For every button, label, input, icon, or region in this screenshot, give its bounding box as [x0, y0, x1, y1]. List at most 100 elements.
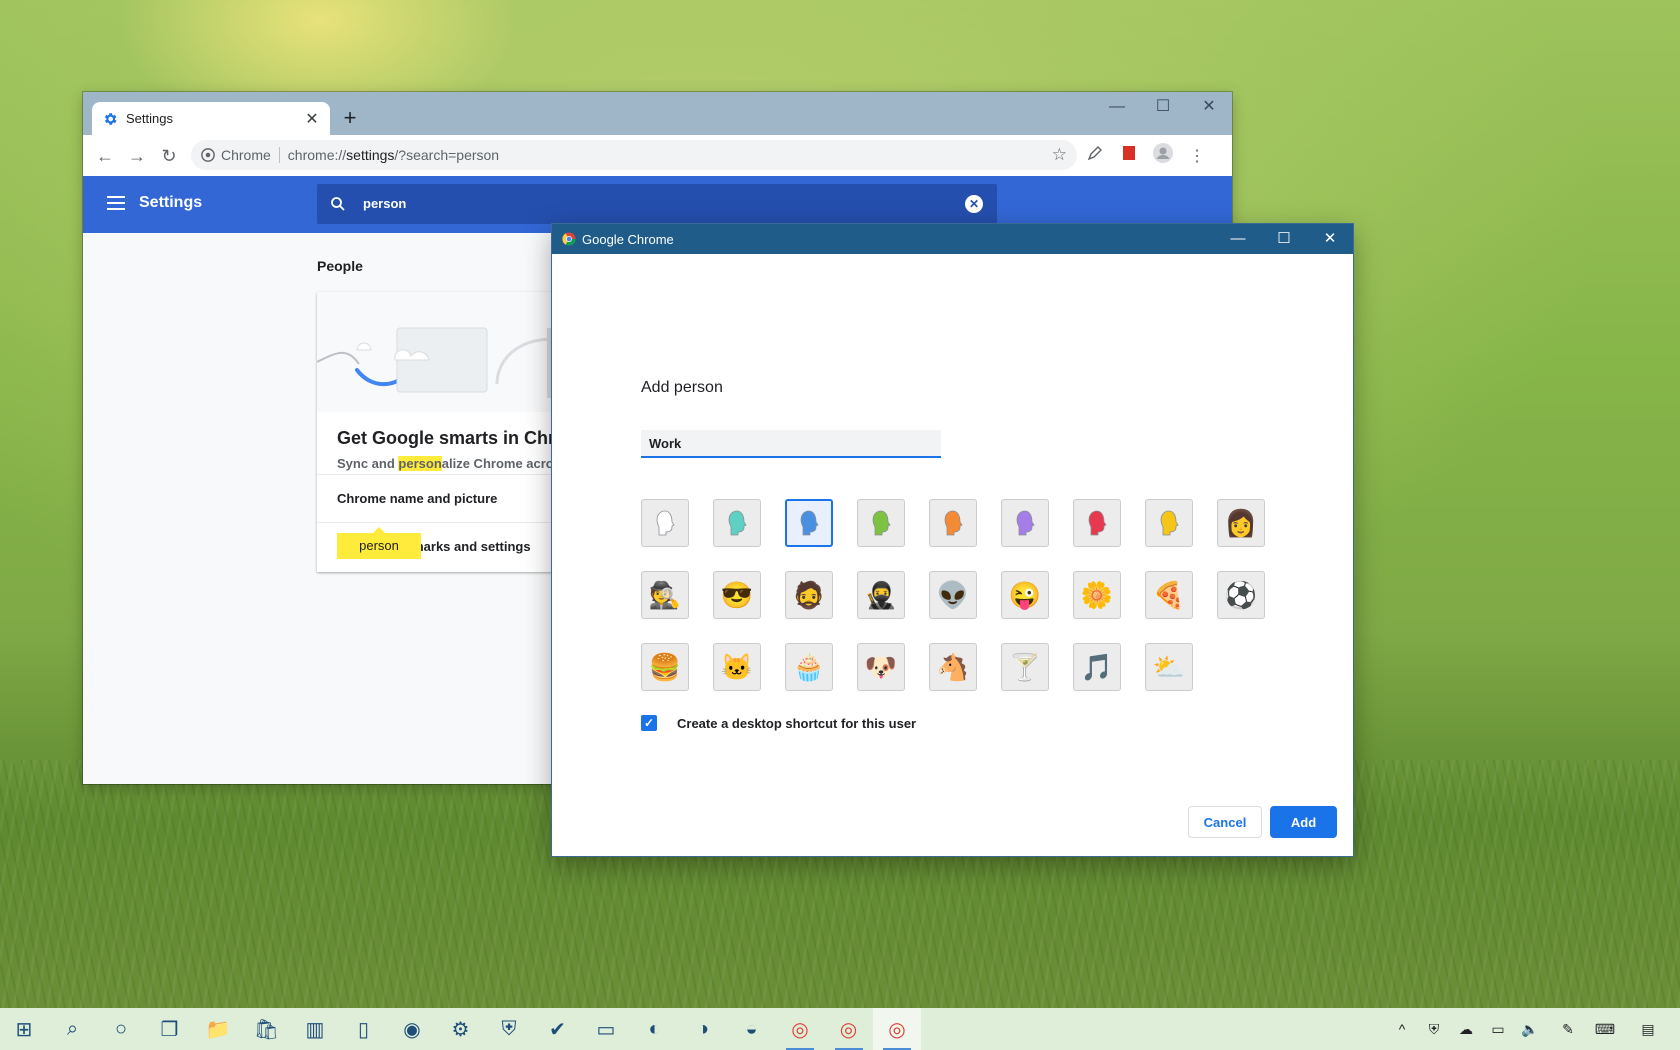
reload-icon[interactable]: ↻: [153, 140, 185, 172]
hamburger-menu-icon[interactable]: [107, 196, 125, 210]
head-silhouette-icon: [1160, 510, 1179, 536]
dialog-title: Google Chrome: [582, 231, 674, 247]
avatar-smiley[interactable]: 😜: [1001, 571, 1049, 619]
avatar-businessman-icon: 🧔: [792, 580, 826, 610]
clear-search-icon[interactable]: ✕: [965, 195, 983, 213]
tray-onedrive-icon[interactable]: ☁: [1453, 1008, 1479, 1050]
profile-avatar-icon[interactable]: [1146, 142, 1180, 169]
avatar-ninja[interactable]: 🥷: [857, 571, 905, 619]
phone-icon-glyph: ▯: [357, 1018, 369, 1041]
close-icon[interactable]: ✕: [1186, 92, 1232, 122]
people-section-heading: People: [317, 258, 363, 274]
tray-overflow-chevron-icon[interactable]: ^: [1389, 1008, 1415, 1050]
store-icon[interactable]: 🛍: [243, 1008, 291, 1050]
avatar-burger[interactable]: 🍔: [641, 643, 689, 691]
tray-notifications-icon[interactable]: ▤: [1635, 1008, 1661, 1050]
avatar-yellow-head[interactable]: [1145, 499, 1193, 547]
edge-canary-icon[interactable]: ◑: [679, 1008, 727, 1050]
avatar-businessman[interactable]: 🧔: [785, 571, 833, 619]
browser-toolbar: ← → ↻ Chrome chrome://settings/?search=p…: [83, 135, 1232, 176]
chrome-icon-glyph: ◎: [791, 1018, 809, 1041]
todo-icon[interactable]: ✔: [534, 1008, 582, 1050]
avatar-horse[interactable]: 🐴: [929, 643, 977, 691]
tray-defender-icon[interactable]: ⛨: [1421, 1008, 1447, 1050]
head-silhouette-icon: [800, 510, 819, 536]
security-icon[interactable]: ⛨: [485, 1008, 533, 1050]
avatar-white-head[interactable]: [641, 499, 689, 547]
avatar-blue-head[interactable]: [785, 499, 833, 547]
avatar-red-head[interactable]: [1073, 499, 1121, 547]
photos-icon[interactable]: ◉: [388, 1008, 436, 1050]
settings-icon[interactable]: ⚙: [437, 1008, 485, 1050]
chrome-icon[interactable]: ◎: [776, 1008, 824, 1050]
avatar-cocktail[interactable]: 🍸: [1001, 643, 1049, 691]
avatar-purple-head[interactable]: [1001, 499, 1049, 547]
avatar-cupcake-icon: 🧁: [792, 652, 826, 682]
desktop-shortcut-checkbox[interactable]: ✓: [641, 715, 657, 731]
app-stripes-icon[interactable]: ▥: [291, 1008, 339, 1050]
person-name-input[interactable]: [641, 430, 941, 458]
chrome-profile-icon-glyph: ◎: [839, 1018, 858, 1041]
tray-keyboard-icon[interactable]: ⌨: [1592, 1008, 1618, 1050]
task-view-icon[interactable]: ❐: [146, 1008, 194, 1050]
tray-volume-icon[interactable]: 🔈: [1517, 1008, 1543, 1050]
pen-extension-icon[interactable]: [1078, 145, 1112, 166]
avatar-spy-man[interactable]: 🕵: [641, 571, 689, 619]
head-silhouette-icon: [872, 510, 891, 536]
tab-settings[interactable]: Settings ✕: [92, 102, 330, 135]
avatar-cat[interactable]: 🐱: [713, 643, 761, 691]
close-tab-icon[interactable]: ✕: [304, 109, 320, 129]
terminal-icon[interactable]: ▭: [582, 1008, 630, 1050]
head-silhouette-icon: [944, 510, 963, 536]
close-icon[interactable]: ✕: [1307, 224, 1353, 254]
address-bar[interactable]: Chrome chrome://settings/?search=person …: [191, 140, 1077, 170]
avatar-woman-sunglasses[interactable]: 😎: [713, 571, 761, 619]
back-icon[interactable]: ←: [89, 140, 121, 172]
avatar-alien-icon: 👽: [936, 580, 970, 610]
file-explorer-icon-glyph: 📁: [205, 1018, 231, 1041]
minimize-icon[interactable]: —: [1094, 92, 1140, 122]
dialog-heading: Add person: [641, 379, 723, 396]
new-tab-button[interactable]: +: [336, 104, 364, 132]
avatar-green-head[interactable]: [857, 499, 905, 547]
add-button[interactable]: Add: [1270, 806, 1337, 838]
chrome-profile-icon[interactable]: ◎: [825, 1008, 873, 1050]
start-icon[interactable]: ⊞: [0, 1008, 48, 1050]
search-icon[interactable]: ⌕: [49, 1008, 97, 1050]
avatar-music-note[interactable]: 🎵: [1073, 643, 1121, 691]
cancel-button[interactable]: Cancel: [1188, 806, 1262, 838]
avatar-sun-cloud[interactable]: ⛅: [1145, 643, 1193, 691]
search-input[interactable]: person: [363, 196, 406, 211]
menu-kebab-icon[interactable]: ⋮: [1180, 146, 1214, 166]
avatar-blonde-woman[interactable]: 👩: [1217, 499, 1265, 547]
avatar-dog[interactable]: 🐶: [857, 643, 905, 691]
avatar-alien[interactable]: 👽: [929, 571, 977, 619]
chrome-active-icon[interactable]: ◎: [873, 1008, 921, 1050]
phone-icon[interactable]: ▯: [340, 1008, 388, 1050]
file-explorer-icon[interactable]: 📁: [194, 1008, 242, 1050]
gear-icon: [104, 112, 117, 125]
avatar-teal-head[interactable]: [713, 499, 761, 547]
minimize-icon[interactable]: —: [1215, 224, 1261, 254]
avatar-flower-icon: 🌼: [1080, 580, 1114, 610]
avatar-soccer-ball-icon: ⚽: [1224, 580, 1258, 610]
edge-icon[interactable]: ◐: [631, 1008, 679, 1050]
tray-network-icon[interactable]: ▭: [1485, 1008, 1511, 1050]
red-extension-icon[interactable]: [1112, 145, 1146, 166]
avatar-pizza[interactable]: 🍕: [1145, 571, 1193, 619]
cortana-icon[interactable]: ○: [97, 1008, 145, 1050]
maximize-icon[interactable]: ☐: [1140, 92, 1186, 122]
tray-pen-icon[interactable]: ✎: [1555, 1008, 1581, 1050]
avatar-flower[interactable]: 🌼: [1073, 571, 1121, 619]
settings-search[interactable]: person ✕: [317, 184, 997, 224]
avatar-orange-head[interactable]: [929, 499, 977, 547]
maximize-icon[interactable]: ☐: [1261, 224, 1307, 254]
avatar-smiley-icon: 😜: [1008, 580, 1042, 610]
search-icon-glyph: ⌕: [66, 1017, 79, 1040]
chrome-page-icon: [201, 148, 215, 162]
avatar-soccer-ball[interactable]: ⚽: [1217, 571, 1265, 619]
forward-icon[interactable]: →: [121, 140, 153, 172]
edge-dev-icon[interactable]: ◒: [728, 1008, 776, 1050]
avatar-cupcake[interactable]: 🧁: [785, 643, 833, 691]
bookmark-star-icon[interactable]: ☆: [1052, 145, 1067, 165]
